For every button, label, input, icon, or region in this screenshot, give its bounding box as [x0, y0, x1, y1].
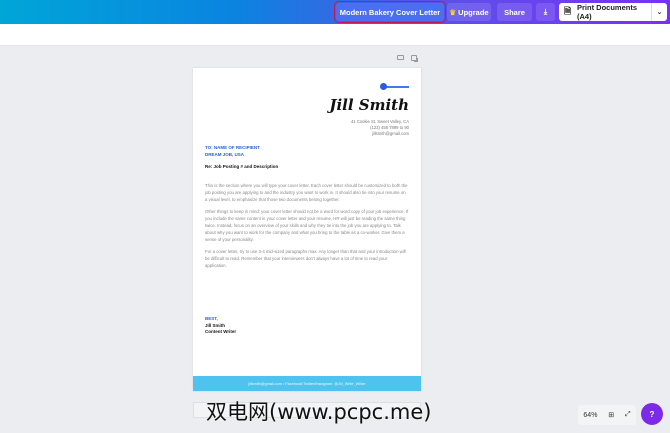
help-button[interactable]: ? — [641, 403, 663, 425]
download-button[interactable]: ⤓ — [536, 3, 555, 21]
zoom-level[interactable]: 64% — [583, 412, 597, 419]
sender-name[interactable]: Jill Smith — [329, 96, 409, 114]
sender-address[interactable]: 41 Cookie St, Sweet Valley, CA (123) 456… — [351, 119, 409, 137]
print-dropdown[interactable]: ⌄ — [651, 3, 667, 21]
crown-icon: ♛ — [449, 7, 457, 17]
subject-line[interactable]: Re: Job Posting # and Description — [205, 164, 278, 169]
upgrade-button[interactable]: ♛ Upgrade — [447, 3, 491, 21]
fullscreen-icon[interactable]: ⤢ — [625, 411, 631, 419]
recipient-company: DREAM JOB, USA — [205, 151, 245, 157]
document-icon: 🗎 — [564, 6, 572, 16]
zoom-controls: 64% ⊞ ⤢ — [578, 405, 636, 425]
print-label: Print Documents (A4) — [577, 3, 638, 21]
decorative-dot — [380, 83, 387, 90]
editor-toolbar — [0, 24, 670, 46]
letter-body[interactable]: This is the section where you will type … — [205, 183, 409, 276]
letter-footer[interactable]: jillsmith@gmail.com • Facebook/Twitter/I… — [193, 376, 421, 391]
watermark: 双电网(www.pcpc.me) — [206, 400, 432, 424]
notes-icon[interactable] — [397, 55, 404, 60]
upgrade-label: Upgrade — [458, 7, 489, 17]
paragraph: For a cover letter, try to use 3-4 mid-s… — [205, 249, 406, 268]
grid-view-icon[interactable]: ⊞ — [608, 411, 614, 419]
top-bar: Modern Bakery Cover Letter ♛ Upgrade Shar… — [0, 0, 670, 24]
recipient[interactable]: TO: NAME OF RECIPIENT DREAM JOB, USA — [205, 145, 260, 158]
letter-page[interactable]: Jill Smith 41 Cookie St, Sweet Valley, C… — [193, 68, 421, 391]
paragraph: Other things to keep in mind: your cover… — [205, 209, 409, 242]
recipient-name: TO: NAME OF RECIPIENT — [205, 145, 260, 150]
signer-title: Content Writer — [205, 329, 237, 334]
email-line: jillsmith@gmail.com — [371, 131, 409, 136]
chevron-down-icon: ⌄ — [656, 9, 663, 16]
duplicate-page-icon[interactable] — [411, 55, 417, 61]
document-title-button[interactable]: Modern Bakery Cover Letter — [334, 1, 446, 23]
download-icon: ⤓ — [543, 7, 548, 16]
paragraph: This is the section where you will type … — [205, 183, 408, 202]
print-button[interactable]: 🗎 Print Documents (A4) — [559, 3, 651, 21]
signature-block[interactable]: BEST, Jill Smith Content Writer — [205, 316, 236, 336]
share-button[interactable]: Share — [497, 3, 532, 21]
